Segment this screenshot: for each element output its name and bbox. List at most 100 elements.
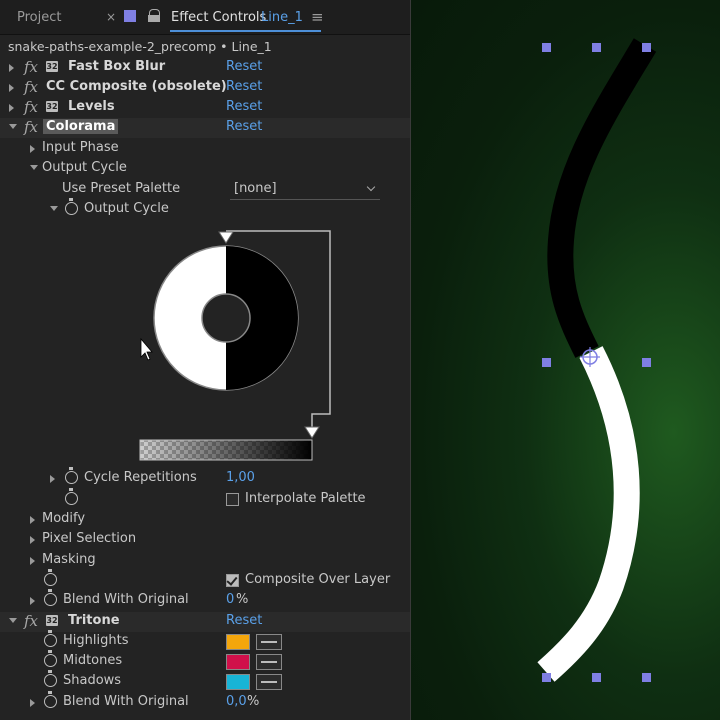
- expand-arrow-icon[interactable]: [30, 557, 35, 565]
- property-interpolate-palette: Interpolate Palette: [0, 488, 410, 510]
- property-label: Cycle Repetitions: [84, 470, 197, 485]
- panel-tab-bar: Project × Effect Controls Line_1 ≡: [0, 0, 410, 35]
- expand-arrow-icon[interactable]: [30, 516, 35, 524]
- transform-handle[interactable]: [642, 43, 651, 52]
- property-shadows: Shadows: [0, 670, 410, 692]
- fx-toggle-icon[interactable]: fx: [24, 118, 38, 136]
- property-label: Output Cycle: [84, 201, 169, 216]
- group-label: Input Phase: [42, 140, 119, 155]
- stopwatch-icon[interactable]: [44, 670, 57, 687]
- effect-row-tritone[interactable]: fx 32 Tritone Reset: [0, 612, 410, 632]
- effect-row-fast-box-blur[interactable]: fx 32 Fast Box Blur Reset: [0, 58, 410, 78]
- stopwatch-icon[interactable]: [44, 691, 57, 708]
- eyedropper-icon[interactable]: [256, 634, 282, 650]
- transform-handle[interactable]: [542, 358, 551, 367]
- fx-toggle-icon[interactable]: fx: [24, 98, 38, 116]
- composition-viewer[interactable]: [411, 0, 720, 720]
- eyedropper-icon[interactable]: [256, 674, 282, 690]
- group-modify[interactable]: Modify: [0, 510, 410, 530]
- expand-arrow-icon[interactable]: [9, 64, 14, 72]
- group-input-phase[interactable]: Input Phase: [0, 139, 410, 159]
- stopwatch-icon[interactable]: [44, 569, 57, 586]
- chevron-down-icon: [366, 182, 376, 192]
- layer-effect-badge-icon: 32: [46, 615, 58, 626]
- group-masking[interactable]: Masking: [0, 551, 410, 571]
- reset-button[interactable]: Reset: [226, 119, 262, 134]
- lock-icon-body: [148, 15, 160, 22]
- effect-name: Colorama: [43, 119, 119, 134]
- group-label: Masking: [42, 552, 96, 567]
- tab-project[interactable]: Project: [17, 10, 61, 25]
- expand-arrow-icon[interactable]: [30, 597, 35, 605]
- reset-button[interactable]: Reset: [226, 613, 262, 628]
- wheel-center-hole: [201, 293, 251, 343]
- effect-name: CC Composite (obsolete): [46, 79, 227, 94]
- highlights-color-swatch[interactable]: [226, 634, 250, 650]
- transform-handle[interactable]: [592, 43, 601, 52]
- effect-row-levels[interactable]: fx 32 Levels Reset: [0, 98, 410, 118]
- close-tab-icon[interactable]: ×: [106, 10, 116, 24]
- line-layer-path[interactable]: [411, 0, 720, 720]
- group-pixel-selection[interactable]: Pixel Selection: [0, 530, 410, 550]
- blend-unit: %: [236, 592, 249, 607]
- shadows-color-swatch[interactable]: [226, 674, 250, 690]
- effect-row-cc-composite[interactable]: fx CC Composite (obsolete) Reset: [0, 78, 410, 98]
- property-label: Highlights: [63, 633, 129, 648]
- stopwatch-icon[interactable]: [44, 650, 57, 667]
- reset-button[interactable]: Reset: [226, 79, 262, 94]
- active-tab-underline: [170, 30, 321, 32]
- expand-arrow-icon[interactable]: [50, 475, 55, 483]
- group-output-cycle[interactable]: Output Cycle: [0, 159, 410, 179]
- transform-handle[interactable]: [542, 43, 551, 52]
- interpolate-palette-checkbox[interactable]: [226, 493, 239, 506]
- collapse-arrow-icon[interactable]: [9, 618, 17, 623]
- stopwatch-icon[interactable]: [65, 467, 78, 484]
- path-black-segment: [547, 38, 657, 358]
- expand-arrow-icon[interactable]: [30, 145, 35, 153]
- blend-value[interactable]: 0: [226, 592, 234, 607]
- fx-toggle-icon[interactable]: fx: [24, 58, 38, 76]
- expand-arrow-icon[interactable]: [30, 699, 35, 707]
- output-cycle-wheel[interactable]: [0, 222, 410, 468]
- collapse-arrow-icon[interactable]: [50, 206, 58, 211]
- property-blend-with-original: Blend With Original 0 %: [0, 589, 410, 611]
- stopwatch-icon[interactable]: [65, 488, 78, 505]
- transform-handle[interactable]: [592, 673, 601, 682]
- eyedropper-icon[interactable]: [256, 654, 282, 670]
- checkbox-label: Interpolate Palette: [245, 491, 366, 506]
- tab-layer-name[interactable]: Line_1: [261, 10, 303, 25]
- reset-button[interactable]: Reset: [226, 59, 262, 74]
- collapse-arrow-icon[interactable]: [30, 165, 38, 170]
- checkbox-label: Composite Over Layer: [245, 572, 391, 587]
- midtones-color-swatch[interactable]: [226, 654, 250, 670]
- preset-palette-dropdown[interactable]: [none]: [230, 180, 380, 200]
- cycle-repetitions-value[interactable]: 1,00: [226, 470, 255, 485]
- property-label: Shadows: [63, 673, 122, 688]
- alpha-triangle-handle: [304, 426, 320, 439]
- transform-handle[interactable]: [542, 673, 551, 682]
- panel-color-icon: [124, 10, 136, 22]
- expand-arrow-icon[interactable]: [30, 536, 35, 544]
- tab-effect-controls[interactable]: Effect Controls: [171, 10, 266, 25]
- property-label: Blend With Original: [63, 694, 189, 709]
- fx-toggle-icon[interactable]: fx: [24, 612, 38, 630]
- property-use-preset-palette: Use Preset Palette [none]: [0, 180, 410, 200]
- wheel-triangle-handle: [218, 231, 234, 244]
- blend-value[interactable]: 0,0: [226, 694, 247, 709]
- fx-toggle-icon[interactable]: fx: [24, 78, 38, 96]
- blend-unit: %: [247, 694, 260, 709]
- property-midtones: Midtones: [0, 650, 410, 672]
- expand-arrow-icon[interactable]: [9, 84, 14, 92]
- transform-handle[interactable]: [642, 673, 651, 682]
- expand-arrow-icon[interactable]: [9, 104, 14, 112]
- stopwatch-icon[interactable]: [44, 589, 57, 606]
- stopwatch-icon[interactable]: [44, 630, 57, 647]
- transform-handle[interactable]: [642, 358, 651, 367]
- alpha-ramp: [139, 439, 313, 461]
- effect-row-colorama[interactable]: fx Colorama Reset: [0, 118, 410, 138]
- collapse-arrow-icon[interactable]: [9, 124, 17, 129]
- panel-menu-icon[interactable]: ≡: [311, 8, 324, 26]
- breadcrumb: snake-paths-example-2_precomp • Line_1: [8, 39, 272, 54]
- reset-button[interactable]: Reset: [226, 99, 262, 114]
- stopwatch-icon[interactable]: [65, 198, 78, 215]
